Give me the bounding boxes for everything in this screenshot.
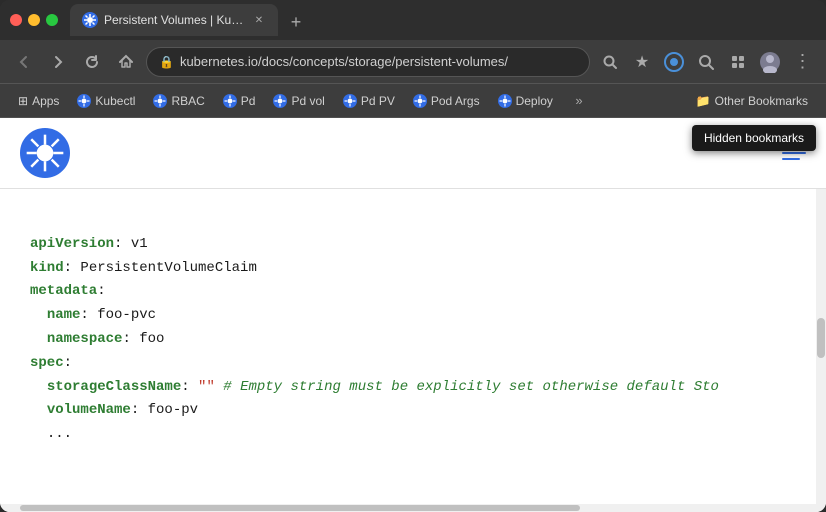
search-bar-button[interactable] xyxy=(692,48,720,76)
bookmark-pdpv[interactable]: Pd PV xyxy=(335,91,403,111)
bookmark-pdpv-label: Pd PV xyxy=(361,94,395,108)
code-key-volumename: volumeName xyxy=(47,402,131,418)
new-tab-button[interactable]: + xyxy=(282,8,310,36)
forward-icon xyxy=(50,54,66,70)
code-section: apiVersion: v1 kind: PersistentVolumeCla… xyxy=(0,189,826,512)
address-bar[interactable]: 🔒 kubernetes.io/docs/concepts/storage/pe… xyxy=(146,47,590,77)
nav-actions: ★ xyxy=(596,48,816,76)
refresh-icon xyxy=(84,54,100,70)
user-avatar[interactable] xyxy=(756,48,784,76)
podargs-favicon xyxy=(413,94,427,108)
bookmark-pdvol-label: Pd vol xyxy=(291,94,324,108)
bookmark-rbac[interactable]: RBAC xyxy=(145,91,212,111)
puzzle-icon xyxy=(730,54,746,70)
code-key-namespace: namespace xyxy=(47,331,123,347)
code-key-kind: kind xyxy=(30,260,64,276)
tab-favicon xyxy=(82,12,98,28)
traffic-lights xyxy=(10,14,58,26)
bookmark-kubectl-label: Kubectl xyxy=(95,94,135,108)
pd-favicon xyxy=(223,94,237,108)
code-key-storageclassname: storageClassName xyxy=(47,379,181,395)
show-hidden-bookmarks-button[interactable]: » xyxy=(565,87,593,115)
sync-icon xyxy=(664,52,684,72)
hidden-bookmarks-tooltip: Hidden bookmarks xyxy=(692,125,816,151)
lens-icon xyxy=(698,54,714,70)
nav-bar: 🔒 kubernetes.io/docs/concepts/storage/pe… xyxy=(0,40,826,84)
code-key-name: name xyxy=(47,307,81,323)
tabs-bar: Persistent Volumes | Kubernete… ✕ + xyxy=(70,4,816,36)
home-button[interactable] xyxy=(112,48,140,76)
bookmarks-bar: ⊞ Apps Kubectl RBAC xyxy=(0,84,826,118)
kubernetes-logo xyxy=(20,128,70,178)
tab-close-button[interactable]: ✕ xyxy=(252,13,266,27)
lock-icon: 🔒 xyxy=(159,55,174,69)
other-bookmarks[interactable]: 📁 Other Bookmarks Hidden bookmarks xyxy=(688,91,816,111)
vertical-scrollbar-thumb[interactable] xyxy=(817,318,825,358)
rbac-favicon xyxy=(153,94,167,108)
forward-button[interactable] xyxy=(44,48,72,76)
search-icon xyxy=(602,54,618,70)
code-key-metadata: metadata xyxy=(30,283,97,299)
bookmark-pdvol[interactable]: Pd vol xyxy=(265,91,332,111)
pdvol-favicon xyxy=(273,94,287,108)
menu-button[interactable]: ⋮ xyxy=(788,48,816,76)
back-button[interactable] xyxy=(10,48,38,76)
bookmark-button[interactable]: ★ xyxy=(628,48,656,76)
bookmark-rbac-label: RBAC xyxy=(171,94,204,108)
bookmark-pd-label: Pd xyxy=(241,94,256,108)
code-key-spec: spec xyxy=(30,355,64,371)
apps-grid-icon: ⊞ xyxy=(18,94,28,108)
bookmark-kubectl[interactable]: Kubectl xyxy=(69,91,143,111)
bookmark-apps-label: Apps xyxy=(32,94,59,108)
title-bar: Persistent Volumes | Kubernete… ✕ + xyxy=(0,0,826,40)
bookmark-apps[interactable]: ⊞ Apps xyxy=(10,91,67,111)
close-button[interactable] xyxy=(10,14,22,26)
maximize-button[interactable] xyxy=(46,14,58,26)
other-bookmarks-label: Other Bookmarks xyxy=(715,94,808,108)
browser-window: Persistent Volumes | Kubernete… ✕ + xyxy=(0,0,826,512)
bookmark-deploy[interactable]: Deploy xyxy=(490,91,561,111)
page-content: apiVersion: v1 kind: PersistentVolumeCla… xyxy=(0,118,826,512)
folder-icon: 📁 xyxy=(696,94,711,108)
code-comment-storage: # Empty string must be explicitly set ot… xyxy=(223,379,719,395)
tab-title: Persistent Volumes | Kubernete… xyxy=(104,13,244,27)
bookmark-deploy-label: Deploy xyxy=(516,94,553,108)
bookmark-pd[interactable]: Pd xyxy=(215,91,264,111)
pdpv-favicon xyxy=(343,94,357,108)
deploy-favicon xyxy=(498,94,512,108)
vertical-scrollbar-track[interactable] xyxy=(816,189,826,512)
bookmark-podargs-label: Pod Args xyxy=(431,94,480,108)
search-button[interactable] xyxy=(596,48,624,76)
extensions-button[interactable] xyxy=(724,48,752,76)
horizontal-scrollbar-track[interactable] xyxy=(0,504,816,512)
refresh-button[interactable] xyxy=(78,48,106,76)
code-block: apiVersion: v1 kind: PersistentVolumeCla… xyxy=(30,209,796,471)
minimize-button[interactable] xyxy=(28,14,40,26)
back-icon xyxy=(16,54,32,70)
active-tab[interactable]: Persistent Volumes | Kubernete… ✕ xyxy=(70,4,278,36)
bookmark-podargs[interactable]: Pod Args xyxy=(405,91,488,111)
horizontal-scrollbar-thumb[interactable] xyxy=(20,505,580,511)
kubectl-favicon xyxy=(77,94,91,108)
code-ellipsis: ... xyxy=(47,426,72,442)
avatar-icon xyxy=(759,51,781,73)
code-key-apiversion: apiVersion xyxy=(30,236,114,252)
home-icon xyxy=(118,54,134,70)
hamburger-line-2 xyxy=(782,152,806,154)
address-text: kubernetes.io/docs/concepts/storage/pers… xyxy=(180,54,577,69)
hamburger-line-3 xyxy=(782,158,800,160)
profile-sync-button[interactable] xyxy=(660,48,688,76)
